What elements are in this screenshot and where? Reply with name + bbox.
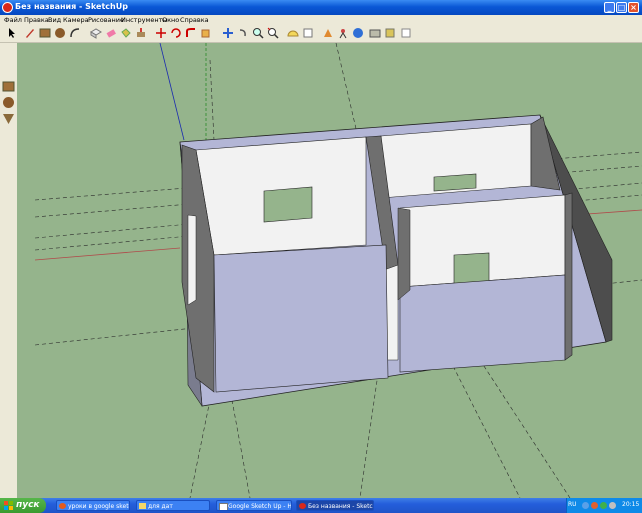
maximize-button[interactable]: □ bbox=[616, 2, 627, 13]
volume-icon[interactable] bbox=[609, 502, 616, 509]
menu-help[interactable]: Справка bbox=[180, 15, 209, 25]
firefox-icon bbox=[59, 503, 66, 509]
title-bar: Без названия - SketchUp _ □ × bbox=[0, 0, 642, 15]
taskbar-item-folder[interactable]: для дат bbox=[136, 500, 210, 511]
folder-icon bbox=[139, 503, 146, 509]
menu-bar: Файл Правка Вид Камера Рисование Инструм… bbox=[0, 15, 642, 25]
menu-draw[interactable]: Рисование bbox=[88, 15, 124, 25]
section-plane-icon[interactable] bbox=[322, 27, 334, 39]
push-pull-icon[interactable] bbox=[2, 112, 15, 125]
select-icon[interactable] bbox=[6, 27, 18, 39]
arc-icon[interactable] bbox=[69, 27, 81, 39]
minimize-button[interactable]: _ bbox=[604, 2, 615, 13]
taskbar-item-firefox[interactable]: уроки в google sketc... bbox=[56, 500, 130, 511]
wall-front-right-side bbox=[397, 207, 411, 301]
wall-front-right-edge bbox=[564, 192, 573, 361]
language-indicator[interactable]: RU bbox=[568, 501, 577, 508]
rotate-icon[interactable] bbox=[170, 27, 182, 39]
circle-icon[interactable] bbox=[2, 96, 15, 109]
windows-logo-icon bbox=[4, 501, 13, 510]
model-scene bbox=[34, 43, 642, 498]
walk-icon[interactable] bbox=[352, 27, 364, 39]
rectangle-icon[interactable] bbox=[39, 27, 51, 39]
protractor-icon[interactable] bbox=[287, 27, 299, 39]
red-axis bbox=[34, 247, 181, 261]
taskbar-item-document[interactable]: Google Sketch Up - Hi... bbox=[216, 500, 292, 511]
tool-palette bbox=[0, 43, 17, 498]
taskbar: пуск уроки в google sketc... для дат Goo… bbox=[0, 498, 642, 513]
circle-icon[interactable] bbox=[54, 27, 66, 39]
position-camera-icon[interactable] bbox=[337, 27, 349, 39]
taskbar-item-sketchup[interactable]: Без названия - Sketc... bbox=[296, 500, 374, 511]
blue-axis bbox=[159, 43, 185, 141]
paint-bucket-icon[interactable] bbox=[120, 27, 132, 39]
antivirus-icon[interactable] bbox=[591, 502, 598, 509]
components-icon[interactable] bbox=[400, 27, 412, 39]
make-component-icon[interactable] bbox=[90, 27, 102, 39]
pencil-icon[interactable] bbox=[24, 27, 36, 39]
eraser-icon[interactable] bbox=[105, 27, 117, 39]
tape-measure-icon[interactable] bbox=[237, 27, 249, 39]
left-opening bbox=[187, 214, 197, 306]
zoom-extents-icon[interactable] bbox=[267, 27, 279, 39]
floor-right-room bbox=[399, 274, 566, 373]
menu-edit[interactable]: Правка bbox=[24, 15, 49, 25]
menu-file[interactable]: Файл bbox=[4, 15, 22, 25]
rectangle-icon[interactable] bbox=[2, 80, 15, 93]
start-label: пуск bbox=[16, 500, 40, 510]
update-icon[interactable] bbox=[600, 502, 607, 509]
move-icon[interactable] bbox=[155, 27, 167, 39]
get-models-icon[interactable] bbox=[369, 27, 381, 39]
zoom-icon[interactable] bbox=[252, 27, 264, 39]
taskbar-item-label: Без названия - Sketc... bbox=[308, 503, 374, 510]
text-icon[interactable] bbox=[302, 27, 314, 39]
close-button[interactable]: × bbox=[628, 2, 639, 13]
clock: 20:15 bbox=[622, 501, 640, 508]
taskbar-item-label: уроки в google sketc... bbox=[68, 503, 129, 510]
scale-icon[interactable] bbox=[200, 27, 212, 39]
window-right bbox=[433, 173, 477, 192]
main-toolbar bbox=[0, 25, 642, 43]
menu-camera[interactable]: Камера bbox=[63, 15, 89, 25]
window-title: Без названия - SketchUp bbox=[15, 2, 128, 11]
sketchup-icon bbox=[299, 503, 306, 509]
share-model-icon[interactable] bbox=[384, 27, 396, 39]
menu-window[interactable]: Окно bbox=[162, 15, 179, 25]
taskbar-item-label: для дат bbox=[148, 503, 173, 510]
floor-left-room bbox=[213, 244, 389, 393]
push-pull-icon[interactable] bbox=[135, 27, 147, 39]
start-button[interactable]: пуск bbox=[0, 498, 46, 513]
window-left bbox=[263, 186, 313, 223]
model-viewport[interactable] bbox=[17, 43, 642, 498]
taskbar-item-label: Google Sketch Up - Hi... bbox=[228, 503, 292, 510]
menu-tools[interactable]: Инструменты bbox=[121, 15, 168, 25]
network-icon[interactable] bbox=[582, 502, 589, 509]
document-icon bbox=[219, 503, 228, 510]
offset-icon[interactable] bbox=[222, 27, 234, 39]
sketchup-app-icon bbox=[2, 2, 13, 13]
follow-me-icon[interactable] bbox=[185, 27, 197, 39]
menu-view[interactable]: Вид bbox=[48, 15, 61, 25]
